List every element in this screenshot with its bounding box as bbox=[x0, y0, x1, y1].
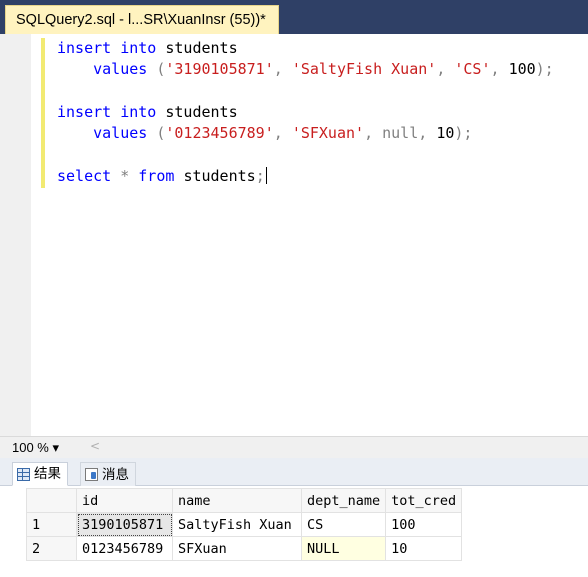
code-line-2: values ('3190105871', 'SaltyFish Xuan', … bbox=[93, 60, 554, 79]
zoom-dropdown[interactable]: 100 % ▾ bbox=[12, 440, 59, 456]
sql-editor[interactable]: insert into students values ('3190105871… bbox=[0, 34, 588, 436]
code-line-1: insert into students bbox=[57, 39, 238, 57]
scroll-left-icon[interactable]: < bbox=[90, 439, 100, 453]
code-line-5: values ('0123456789', 'SFXuan', null, 10… bbox=[93, 124, 473, 143]
tab-results[interactable]: 结果 bbox=[12, 462, 68, 486]
grid-icon bbox=[17, 467, 30, 481]
table-row[interactable]: 2 0123456789 SFXuan NULL 10 bbox=[26, 536, 463, 561]
document-tab-strip: SQLQuery2.sql - l...SR\XuanInsr (55))* bbox=[0, 0, 588, 34]
tab-messages[interactable]: 消息 bbox=[80, 462, 136, 486]
grid-cell-name[interactable]: SFXuan bbox=[172, 536, 302, 561]
grid-cell-dept-name[interactable]: NULL bbox=[300, 536, 387, 561]
grid-cell-tot-cred[interactable]: 10 bbox=[385, 536, 463, 561]
column-header-name[interactable]: name bbox=[172, 488, 302, 513]
grid-cell-tot-cred[interactable]: 100 bbox=[385, 512, 463, 537]
change-tracking-bar bbox=[41, 38, 45, 188]
grid-cell-id[interactable]: 3190105871 bbox=[76, 512, 173, 537]
row-number[interactable]: 1 bbox=[26, 512, 77, 537]
code-line-7: select * from students; bbox=[57, 166, 267, 185]
table-row[interactable]: 1 3190105871 SaltyFish Xuan CS 100 bbox=[26, 512, 463, 537]
column-header-dept-name[interactable]: dept_name bbox=[300, 488, 387, 513]
tab-sqlquery2[interactable]: SQLQuery2.sql - l...SR\XuanInsr (55))* bbox=[5, 5, 279, 34]
editor-margin bbox=[0, 34, 31, 436]
code-line-4: insert into students bbox=[57, 102, 238, 121]
results-grid[interactable]: id name dept_name tot_cred 1 3190105871 … bbox=[26, 488, 463, 561]
column-header-tot-cred[interactable]: tot_cred bbox=[385, 488, 463, 513]
grid-cell-dept-name[interactable]: CS bbox=[300, 512, 387, 537]
grid-header-row: id name dept_name tot_cred bbox=[26, 488, 463, 513]
row-number-header bbox=[26, 488, 77, 513]
message-icon bbox=[85, 468, 98, 481]
grid-cell-id[interactable]: 0123456789 bbox=[76, 536, 173, 561]
results-tab-strip: 结果 消息 bbox=[0, 458, 588, 486]
grid-cell-name[interactable]: SaltyFish Xuan bbox=[172, 512, 302, 537]
row-number[interactable]: 2 bbox=[26, 536, 77, 561]
results-grid-pane: id name dept_name tot_cred 1 3190105871 … bbox=[0, 486, 588, 577]
zoom-bar: 100 % ▾ < bbox=[0, 436, 588, 458]
text-caret bbox=[265, 166, 267, 184]
code-text[interactable]: insert into students values ('3190105871… bbox=[57, 38, 554, 187]
column-header-id[interactable]: id bbox=[76, 488, 173, 513]
chevron-down-icon: ▾ bbox=[52, 440, 60, 455]
